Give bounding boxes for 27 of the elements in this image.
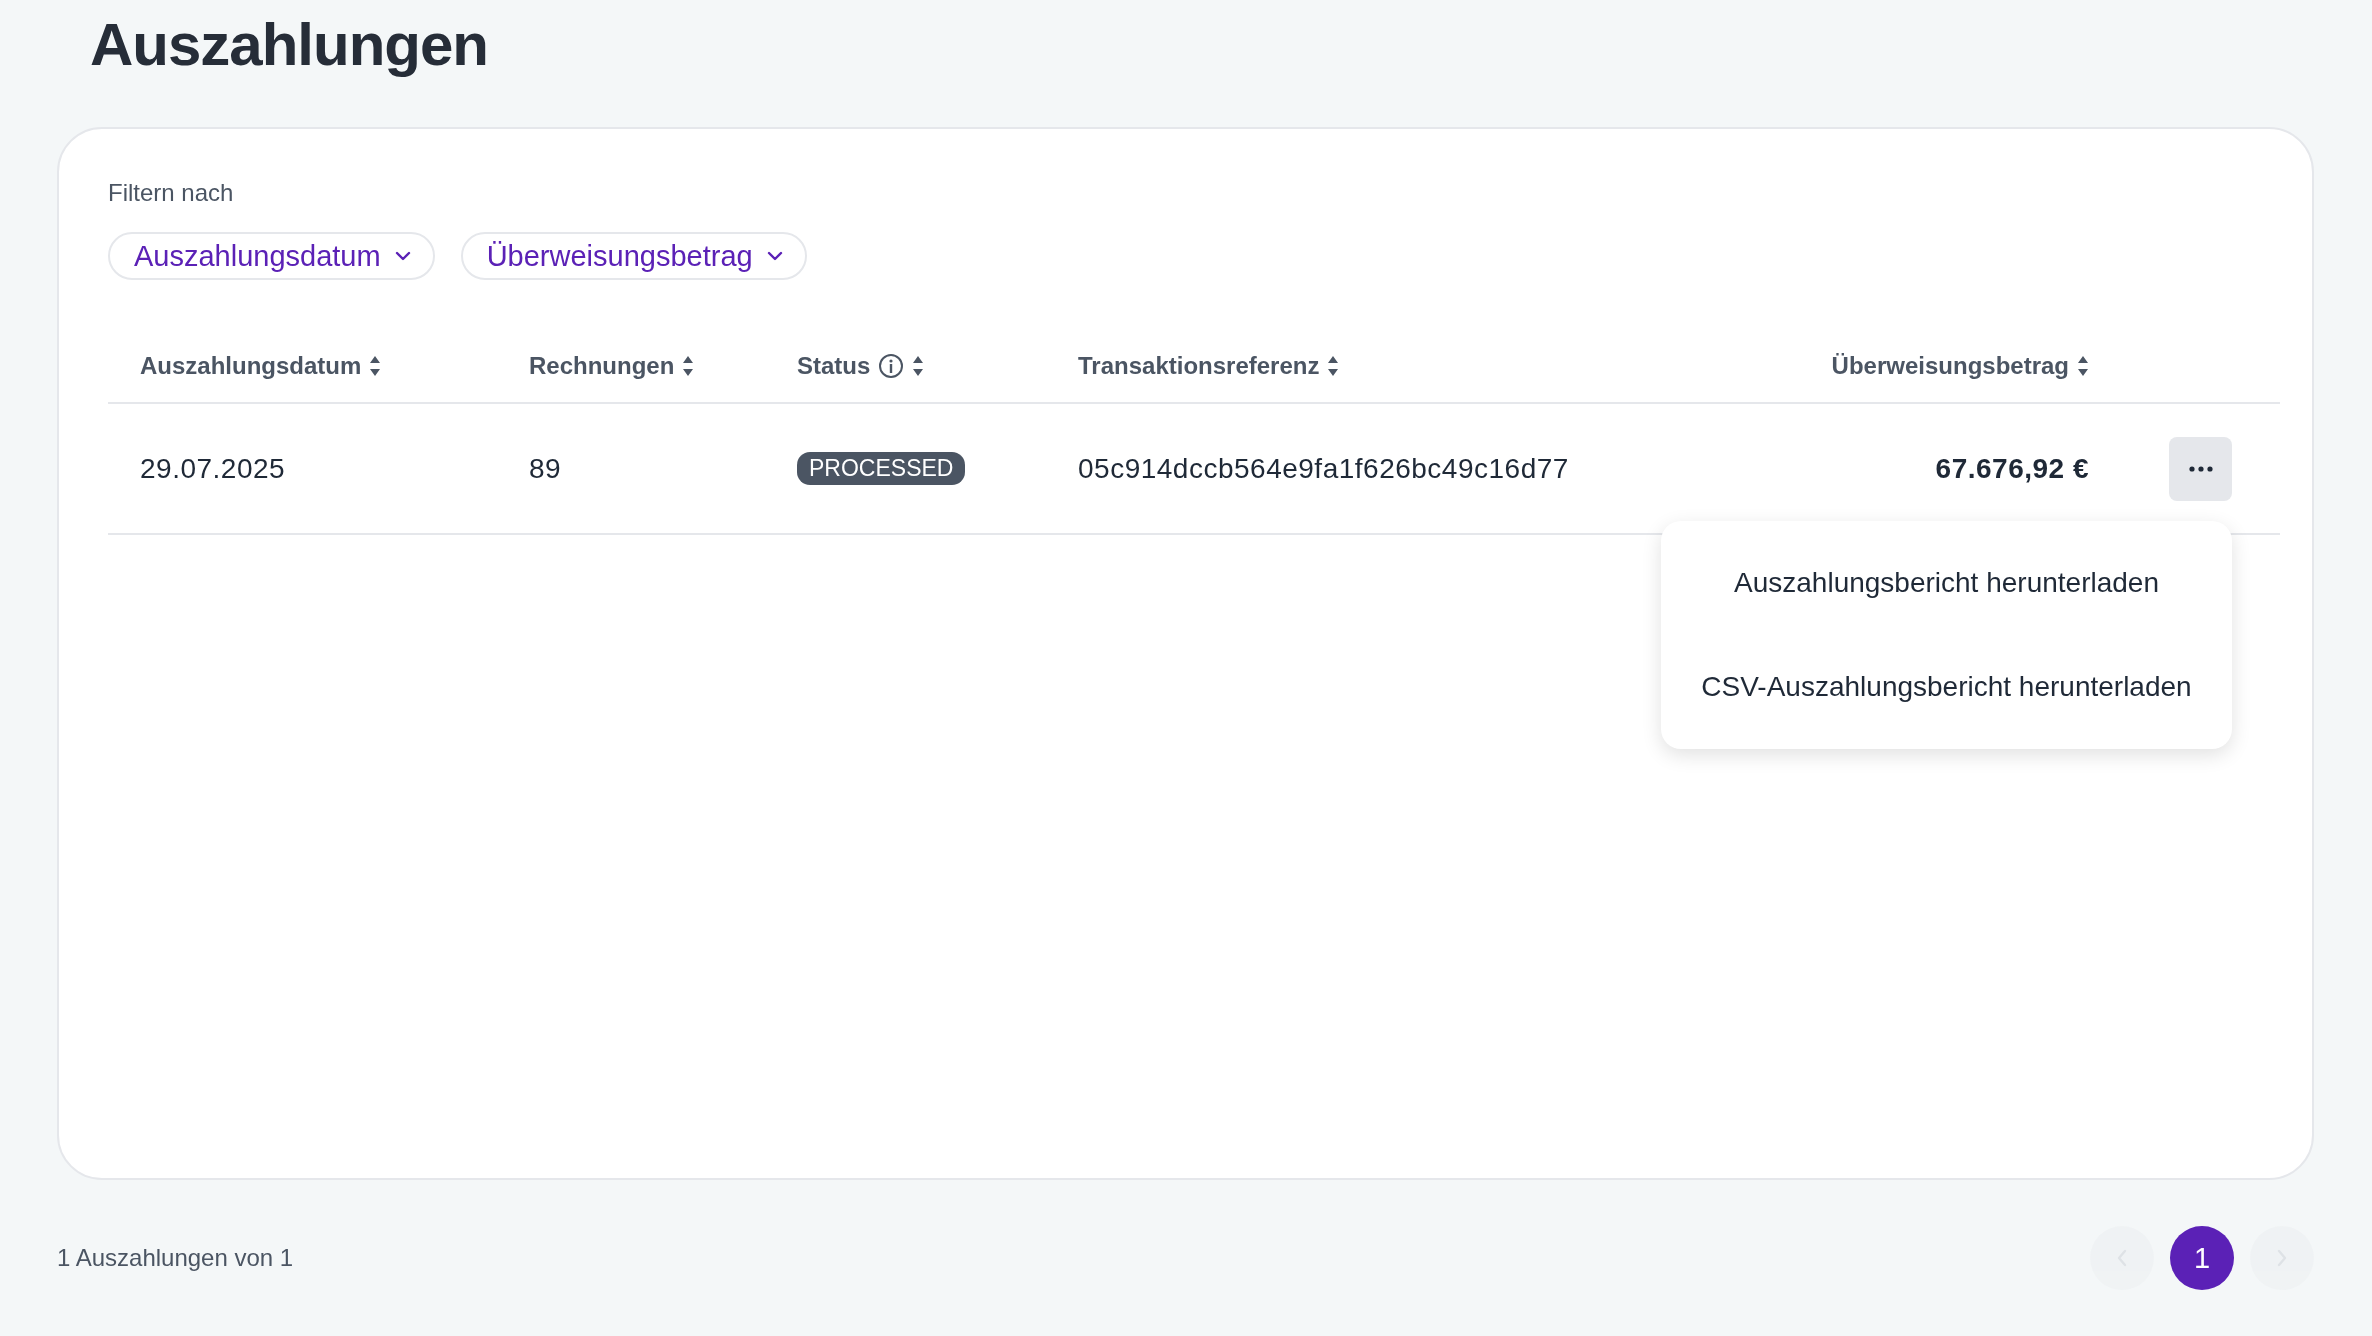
chevron-down-icon [766, 251, 783, 261]
sort-icon[interactable] [369, 355, 382, 377]
table-cell: 05c914dccb564e9fa1f626bc49c16d77 [1078, 452, 1569, 485]
info-icon[interactable] [878, 353, 905, 379]
filter-label: Filtern nach [108, 179, 234, 207]
column-header[interactable]: Status [797, 352, 871, 380]
amount-cell: 67.676,92 € [1935, 452, 2089, 485]
chevron-down-icon [394, 251, 411, 261]
menu-item[interactable]: Auszahlungsbericht herunterladen [1661, 531, 2232, 635]
table-cell: 29.07.2025 [140, 452, 286, 485]
sort-icon[interactable] [682, 355, 695, 377]
filter-dropdown[interactable]: Auszahlungsdatum [108, 232, 435, 280]
sort-icon[interactable] [2077, 355, 2089, 377]
page-button[interactable]: 1 [2170, 1226, 2234, 1290]
table-cell: 89 [529, 452, 562, 485]
column-header[interactable]: Auszahlungsdatum [140, 352, 362, 380]
sort-icon[interactable] [1327, 355, 1340, 377]
page-title: Auszahlungen [90, 10, 488, 79]
column-header[interactable]: Überweisungsbetrag [1831, 352, 2069, 380]
filter-dropdown[interactable]: Überweisungsbetrag [460, 232, 807, 280]
ellipsis-icon [2188, 465, 2213, 472]
sort-icon[interactable] [912, 355, 925, 377]
status-badge: PROCESSED [797, 452, 966, 485]
menu-item[interactable]: CSV-Auszahlungsbericht herunterladen [1661, 635, 2232, 739]
column-header[interactable]: Rechnungen [529, 352, 675, 380]
results-summary: 1 Auszahlungen von 1 [57, 1244, 294, 1272]
column-header[interactable]: Transaktionsreferenz [1078, 352, 1320, 380]
